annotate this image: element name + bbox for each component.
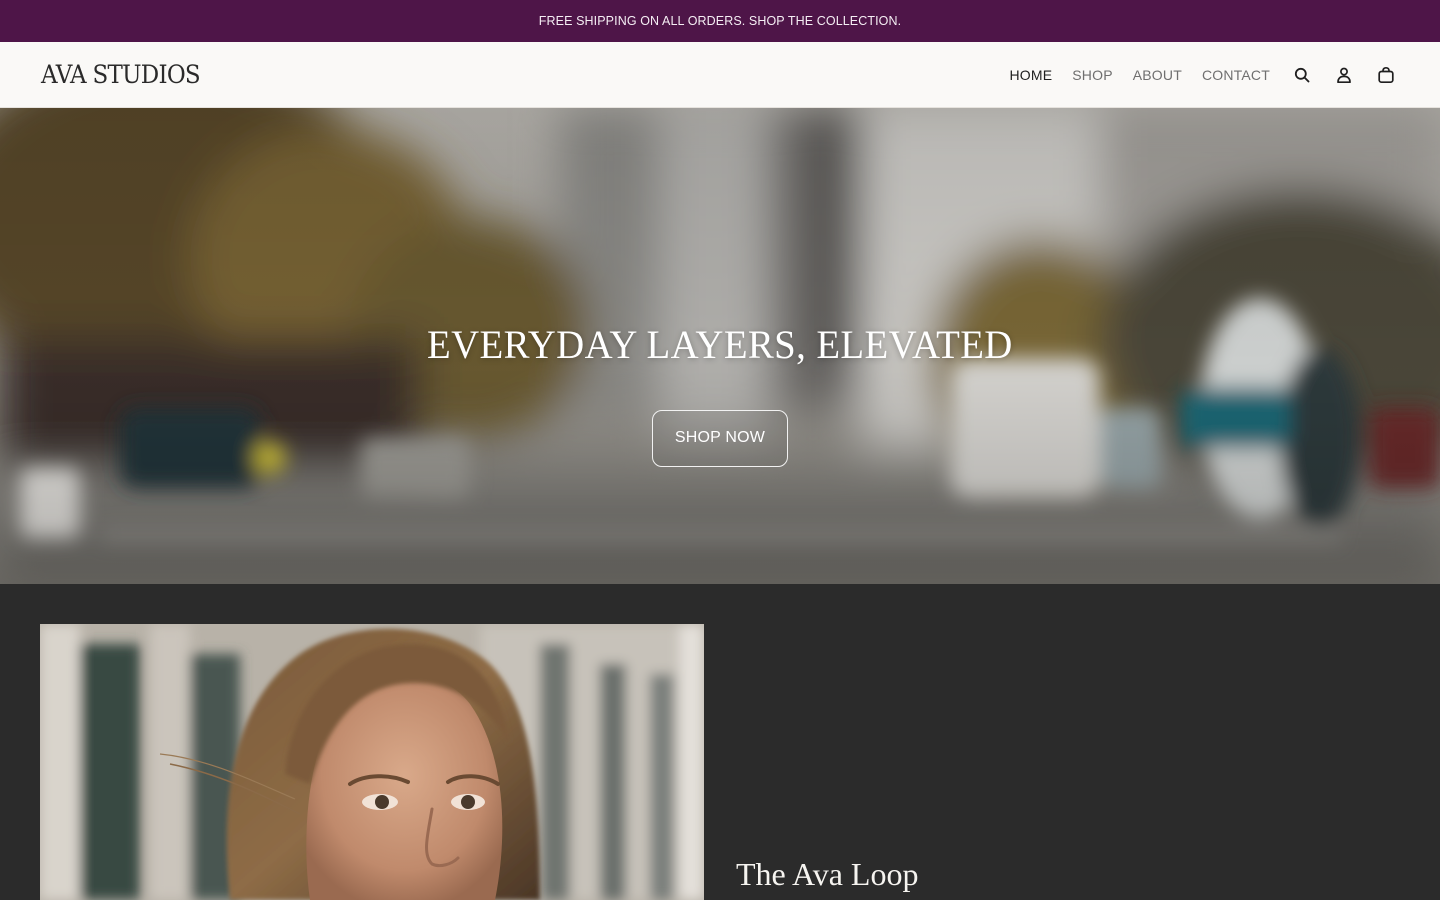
header-icons [1288, 61, 1400, 89]
nav-shop[interactable]: SHOP [1072, 67, 1112, 83]
feature-image [40, 624, 704, 900]
hero-title: EVERYDAY LAYERS, ELEVATED [427, 321, 1013, 367]
search-icon[interactable] [1288, 61, 1316, 89]
feature-title: The Ava Loop [736, 856, 919, 892]
cart-icon[interactable] [1372, 61, 1400, 89]
announcement-text[interactable]: FREE SHIPPING ON ALL ORDERS. SHOP THE CO… [539, 14, 901, 28]
site-header: AVA STUDIOS HOME SHOP ABOUT CONTACT [0, 42, 1440, 108]
hero-content: EVERYDAY LAYERS, ELEVATED SHOP NOW [0, 108, 1440, 584]
hero-banner: EVERYDAY LAYERS, ELEVATED SHOP NOW [0, 108, 1440, 584]
portrait-photo [40, 624, 704, 900]
nav-about[interactable]: ABOUT [1133, 67, 1182, 83]
account-icon[interactable] [1330, 61, 1358, 89]
shop-now-button[interactable]: SHOP NOW [652, 409, 788, 467]
nav-home[interactable]: HOME [1009, 67, 1052, 83]
main-nav: HOME SHOP ABOUT CONTACT [1009, 61, 1400, 89]
nav-contact[interactable]: CONTACT [1202, 67, 1270, 83]
site-logo[interactable]: AVA STUDIOS [41, 60, 201, 89]
feature-section: The Ava Loop [0, 584, 1440, 900]
announcement-bar: FREE SHIPPING ON ALL ORDERS. SHOP THE CO… [0, 0, 1440, 42]
